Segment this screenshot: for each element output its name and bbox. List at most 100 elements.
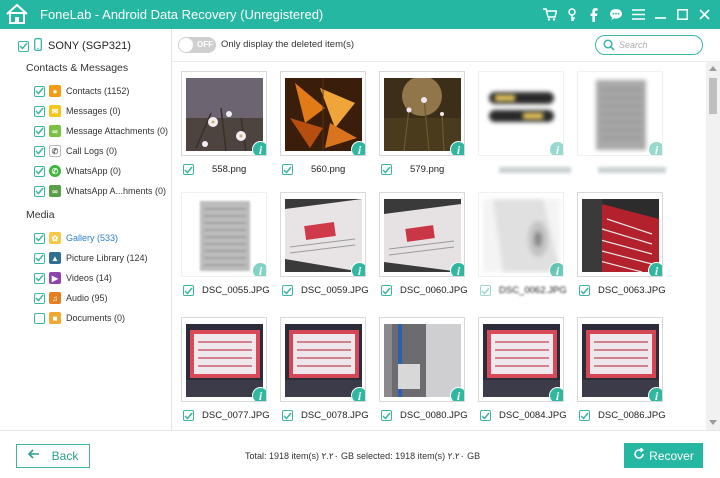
file-thumbnail[interactable]: i [379, 317, 465, 402]
scroll-thumb[interactable] [709, 78, 717, 114]
file-checkbox[interactable] [579, 410, 590, 421]
file-thumbnail[interactable]: i [577, 71, 663, 156]
file-checkbox[interactable] [183, 164, 194, 175]
info-icon[interactable]: i [450, 141, 464, 155]
sidebar-item-whatsapp-attachments[interactable]: ∞ WhatsApp A...hments (0) [34, 184, 166, 198]
file-checkbox[interactable] [282, 285, 293, 296]
file-checkbox[interactable] [381, 410, 392, 421]
file-caption [480, 164, 572, 175]
toggle-knob [179, 38, 193, 52]
file-checkbox[interactable] [480, 410, 491, 421]
file-checkbox[interactable] [282, 410, 293, 421]
file-thumbnail[interactable]: i [280, 71, 366, 156]
deleted-only-toggle[interactable]: OFF [178, 37, 216, 53]
info-icon[interactable]: i [549, 262, 563, 276]
minimize-icon[interactable] [650, 5, 670, 24]
file-caption: DSC_0060.JPG [381, 285, 473, 296]
checkbox[interactable] [34, 185, 45, 197]
scroll-up-icon[interactable] [709, 66, 717, 71]
sidebar-item-documents[interactable]: ■ Documents (0) [34, 311, 125, 325]
checkbox[interactable] [34, 272, 45, 284]
sidebar-item-messages[interactable]: ✉ Messages (0) [34, 104, 121, 118]
device-checkbox[interactable] [18, 40, 29, 52]
device-row[interactable]: SONY (SGP321) [18, 38, 131, 54]
checkbox[interactable] [34, 312, 45, 324]
search-input[interactable] [619, 38, 699, 52]
vertical-scrollbar[interactable] [706, 62, 720, 430]
file-thumbnail[interactable]: i [280, 317, 366, 402]
file-caption: DSC_0059.JPG [282, 285, 374, 296]
sidebar-item-contacts[interactable]: ● Contacts (1152) [34, 84, 129, 98]
file-checkbox[interactable] [381, 285, 392, 296]
back-button[interactable]: Back [16, 444, 90, 468]
checkbox[interactable] [34, 232, 45, 244]
file-checkbox[interactable] [183, 285, 194, 296]
file-checkbox[interactable] [282, 164, 293, 175]
recover-label: Recover [649, 448, 694, 463]
sidebar-item-gallery[interactable]: ✿ Gallery (533) [34, 231, 118, 245]
content-toolbar: OFF Only display the deleted item(s) [172, 29, 720, 62]
sidebar-item-picture-library[interactable]: ▲ Picture Library (124) [34, 251, 148, 265]
sidebar-item-label: Gallery (533) [66, 233, 119, 243]
sidebar-item-label: Contacts (1152) [66, 86, 130, 96]
file-checkbox[interactable] [480, 285, 491, 296]
file-thumbnail[interactable]: i [478, 71, 564, 156]
home-icon[interactable] [5, 3, 29, 25]
file-checkbox[interactable] [381, 164, 392, 175]
cart-icon[interactable] [540, 5, 560, 24]
checkbox[interactable] [34, 125, 45, 137]
info-icon[interactable]: i [252, 387, 266, 401]
checkbox[interactable] [34, 85, 45, 97]
facebook-icon[interactable] [584, 5, 604, 24]
file-thumbnail[interactable]: i [577, 192, 663, 277]
chat-icon[interactable] [606, 5, 626, 24]
menu-icon[interactable] [628, 5, 648, 24]
info-icon[interactable]: i [351, 141, 365, 155]
scroll-down-icon[interactable] [709, 420, 717, 425]
checkbox[interactable] [34, 252, 45, 264]
info-icon[interactable]: i [549, 387, 563, 401]
checkbox[interactable] [34, 145, 45, 157]
file-thumbnail[interactable]: i [280, 192, 366, 277]
file-thumbnail[interactable]: i [379, 71, 465, 156]
info-icon[interactable]: i [351, 387, 365, 401]
picture-library-icon: ▲ [49, 252, 61, 264]
info-icon[interactable]: i [648, 141, 662, 155]
file-thumbnail[interactable]: i [478, 192, 564, 277]
checkbox[interactable] [34, 292, 45, 304]
file-checkbox[interactable] [183, 410, 194, 421]
file-thumbnail[interactable]: i [181, 317, 267, 402]
thumbnail-image [285, 78, 362, 151]
info-icon[interactable]: i [450, 387, 464, 401]
thumbnail-image [285, 324, 362, 397]
info-icon[interactable]: i [252, 141, 266, 155]
contacts-icon: ● [49, 85, 61, 97]
checkbox[interactable] [34, 105, 45, 117]
file-thumbnail[interactable]: i [478, 317, 564, 402]
info-icon[interactable]: i [351, 262, 365, 276]
sidebar-item-call-logs[interactable]: ✆ Call Logs (0) [34, 144, 117, 158]
checkbox[interactable] [34, 165, 45, 177]
key-icon[interactable] [562, 5, 582, 24]
info-icon[interactable]: i [252, 262, 266, 276]
sidebar-item-audio[interactable]: ♫ Audio (95) [34, 291, 108, 305]
sidebar-item-videos[interactable]: ▶ Videos (14) [34, 271, 112, 285]
info-icon[interactable]: i [450, 262, 464, 276]
file-thumbnail[interactable]: i [379, 192, 465, 277]
info-icon[interactable]: i [648, 262, 662, 276]
sidebar-item-message-attachments[interactable]: ∞ Message Attachments (0) [34, 124, 168, 138]
search-box[interactable] [595, 35, 703, 55]
file-checkbox[interactable] [579, 285, 590, 296]
file-thumbnail[interactable]: i [181, 192, 267, 277]
close-icon[interactable] [694, 5, 714, 24]
file-caption: DSC_0080.JPG [381, 410, 473, 421]
recover-button[interactable]: Recover [624, 443, 703, 468]
sidebar-item-whatsapp[interactable]: ✆ WhatsApp (0) [34, 164, 121, 178]
file-thumbnail[interactable]: i [577, 317, 663, 402]
info-icon[interactable]: i [549, 141, 563, 155]
file-caption: 558.png [183, 164, 275, 175]
maximize-icon[interactable] [672, 5, 692, 24]
file-thumbnail[interactable]: i [181, 71, 267, 156]
info-icon[interactable]: i [648, 387, 662, 401]
file-name: DSC_0055.JPG [202, 285, 270, 296]
